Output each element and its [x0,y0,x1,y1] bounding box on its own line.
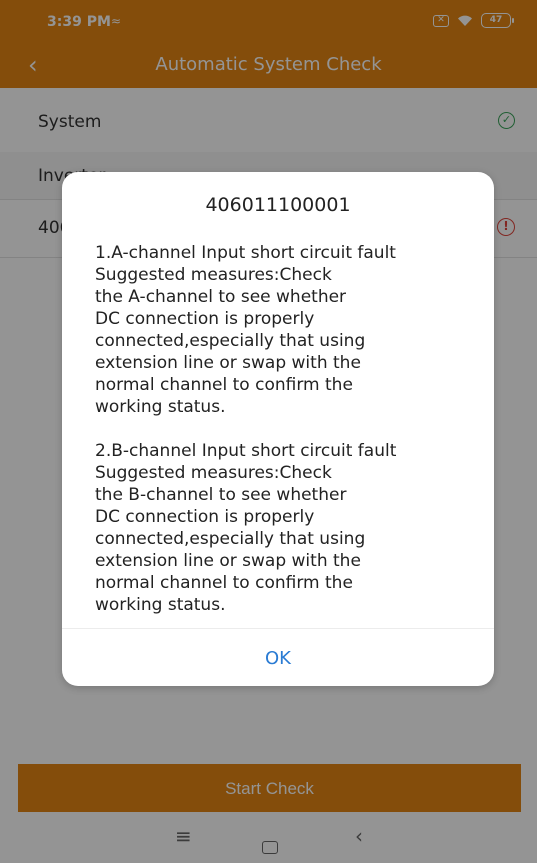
screen: 3:39 PM ≈ ✕ 47 ‹ Automatic System Check … [0,0,537,863]
fault-title: 1.A-channel Input short circuit fault [95,243,396,263]
fault-measures: Suggested measures:Check the A-channel t… [95,265,366,417]
fault-item: 1.A-channel Input short circuit fault Su… [95,242,480,418]
fault-item: 2.B-channel Input short circuit fault Su… [95,440,480,616]
fault-dialog: 406011100001 1.A-channel Input short cir… [62,172,494,686]
ok-button[interactable]: OK [62,629,494,686]
fault-title: 2.B-channel Input short circuit fault [95,441,397,461]
fault-measures: Suggested measures:Check the B-channel t… [95,463,366,615]
dialog-title: 406011100001 [205,194,351,216]
dialog-body: 1.A-channel Input short circuit fault Su… [95,242,480,616]
